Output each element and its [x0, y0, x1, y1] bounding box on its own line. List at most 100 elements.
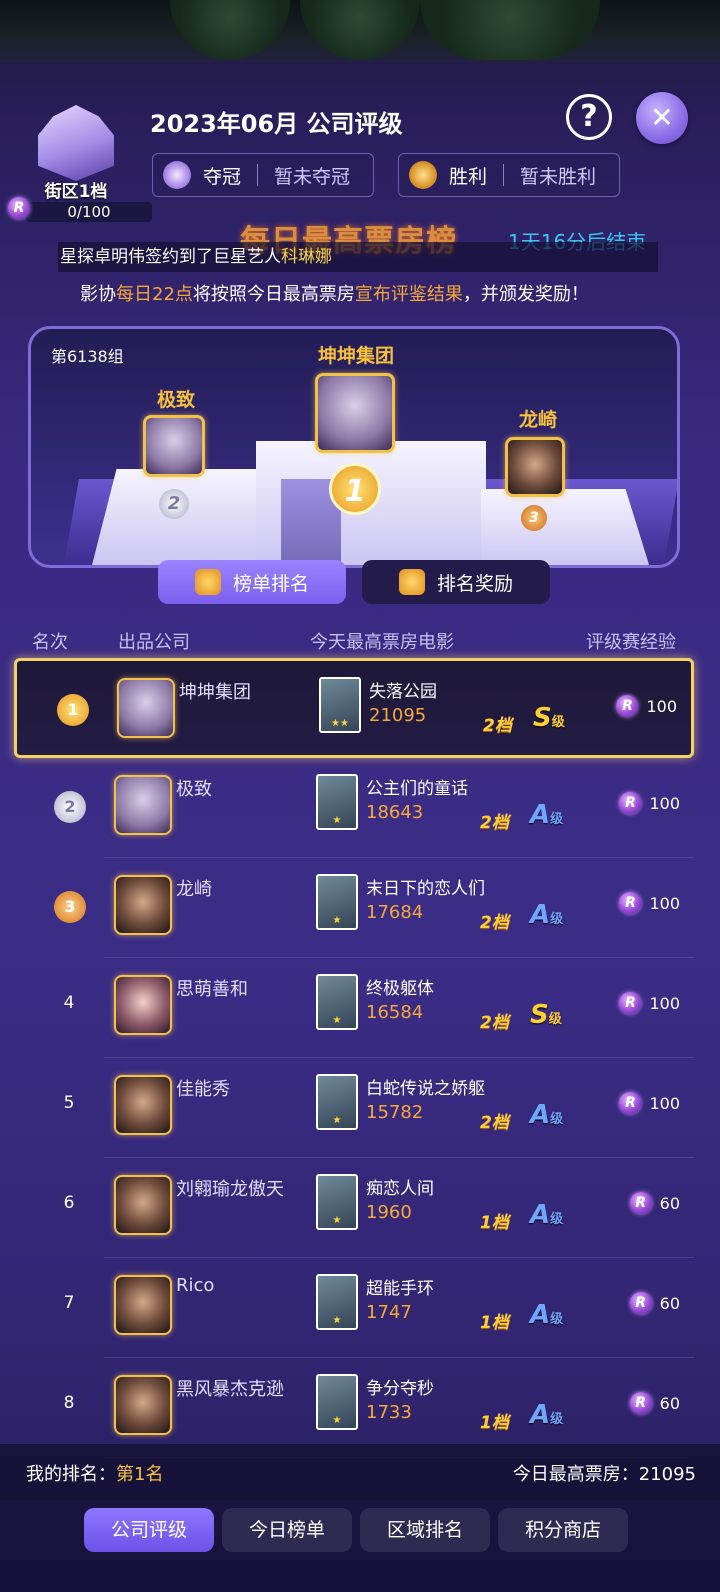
- help-button[interactable]: ?: [566, 94, 612, 140]
- tier-badge: 2档: [483, 716, 512, 736]
- nav-points-shop[interactable]: 积分商店: [498, 1508, 628, 1552]
- grade-suffix: 级: [548, 1012, 562, 1027]
- group-label: 第6138组: [51, 347, 124, 366]
- district-progress-text: 0/100: [67, 203, 111, 221]
- first-place-name: 坤坤集团: [317, 345, 394, 367]
- grade-badge: A级: [530, 900, 563, 930]
- my-rank-label: 我的排名：: [26, 1464, 116, 1485]
- movie-poster[interactable]: ★: [316, 974, 358, 1030]
- exp-value: 100: [649, 1093, 680, 1113]
- grade-badge: S级: [530, 1000, 562, 1030]
- champion-label: 夺冠: [203, 165, 242, 188]
- champion-value: 暂未夺冠: [274, 165, 351, 188]
- movie-poster[interactable]: ★: [316, 1274, 358, 1330]
- poster-stars: ★: [332, 1215, 342, 1226]
- company-name: 极致: [176, 779, 212, 800]
- exp-r-icon: R: [629, 1192, 652, 1214]
- exp-value: 60: [659, 1293, 680, 1313]
- rank-number: 8: [63, 1393, 75, 1413]
- victory-label: 胜利: [449, 165, 488, 188]
- tab-ranking[interactable]: 榜单排名: [158, 560, 346, 604]
- movie-poster[interactable]: ★: [316, 774, 358, 830]
- close-button[interactable]: ✕: [636, 92, 688, 144]
- company-name: 佳能秀: [176, 1079, 230, 1100]
- poster-stars: ★: [332, 1315, 342, 1326]
- ticker-highlight: 科琳娜: [281, 247, 332, 267]
- company-avatar[interactable]: [114, 875, 172, 935]
- bronze-medal-icon: 3: [521, 505, 547, 531]
- notice-text: ，并颁发奖励！: [462, 284, 589, 305]
- district-progress: 0/100: [26, 202, 152, 222]
- company-avatar[interactable]: [114, 1175, 172, 1235]
- nav-company-rating[interactable]: 公司评级: [84, 1508, 214, 1552]
- grade-letter: A: [530, 1300, 551, 1330]
- movie-title: 白蛇传说之娇躯: [366, 1079, 485, 1099]
- divider: [503, 164, 505, 186]
- rank-number: 6: [63, 1193, 75, 1213]
- grade-badge: S级: [533, 703, 565, 733]
- box-office-value: 16584: [366, 1002, 424, 1023]
- grade-suffix: 级: [550, 1312, 564, 1327]
- nav-region-rank[interactable]: 区域排名: [360, 1508, 490, 1552]
- my-rank: 我的排名：第1名: [26, 1460, 163, 1486]
- exp-reward: R 100: [619, 1092, 680, 1114]
- company-avatar[interactable]: [114, 975, 172, 1035]
- movie-title: 争分夺秒: [366, 1379, 434, 1399]
- company-avatar[interactable]: [114, 1075, 172, 1135]
- exp-value: 100: [649, 893, 680, 913]
- grade-suffix: 级: [550, 912, 564, 927]
- company-name: 思萌善和: [176, 979, 248, 1000]
- company-name: 刘翱瑜龙傲天: [176, 1179, 284, 1200]
- tier-badge: 1档: [480, 1213, 509, 1233]
- exp-reward: R 100: [619, 792, 680, 814]
- poster-stars: ★: [332, 1115, 342, 1126]
- grade-letter: A: [530, 1400, 551, 1430]
- tab-rewards-label: 排名奖励: [436, 572, 513, 595]
- third-place-avatar[interactable]: [505, 437, 565, 497]
- bottom-nav: 公司评级 今日榜单 区域排名 积分商店: [0, 1500, 720, 1592]
- movie-poster[interactable]: ★: [316, 1174, 358, 1230]
- company-name: 坤坤集团: [179, 682, 251, 703]
- box-office-value: 18643: [366, 802, 424, 823]
- company-avatar[interactable]: [114, 1375, 172, 1435]
- table-row[interactable]: 1 坤坤集团 ★★ 失落公园 21095 2档 S级 R 100: [14, 658, 694, 758]
- grade-badge: A级: [530, 1200, 563, 1230]
- table-row[interactable]: 7 Rico ★ 超能手环 1747 1档 A级 R 60: [14, 1258, 694, 1358]
- nav-today-list[interactable]: 今日榜单: [222, 1508, 352, 1552]
- movie-title: 末日下的恋人们: [366, 879, 485, 899]
- first-place-avatar[interactable]: [315, 373, 395, 453]
- rank-number: 4: [63, 993, 75, 1013]
- grade-badge: A级: [530, 1400, 563, 1430]
- col-header-exp: 评级赛经验: [586, 632, 676, 653]
- company-avatar[interactable]: [114, 775, 172, 835]
- podium-step-third: [481, 489, 651, 565]
- grade-suffix: 级: [550, 812, 564, 827]
- exp-r-icon: R: [619, 992, 642, 1014]
- tab-rewards[interactable]: 排名奖励: [362, 560, 550, 604]
- exp-reward: R 60: [629, 1292, 680, 1314]
- table-row[interactable]: 8 黑风暴杰克逊 ★ 争分夺秒 1733 1档 A级 R 60: [14, 1358, 694, 1458]
- company-name: Rico: [176, 1275, 215, 1296]
- table-row[interactable]: 3 龙崎 ★ 末日下的恋人们 17684 2档 A级 R 100: [14, 858, 694, 958]
- company-avatar[interactable]: [117, 678, 175, 738]
- table-row[interactable]: 4 思萌善和 ★ 终极躯体 16584 2档 S级 R 100: [14, 958, 694, 1058]
- tab-ranking-label: 榜单排名: [232, 572, 309, 595]
- company-avatar[interactable]: [114, 1275, 172, 1335]
- box-office-value: 1747: [366, 1302, 412, 1323]
- movie-poster[interactable]: ★★: [319, 677, 361, 733]
- table-row[interactable]: 6 刘翱瑜龙傲天 ★ 痴恋人间 1960 1档 A级 R 60: [14, 1158, 694, 1258]
- table-row[interactable]: 2 极致 ★ 公主们的童话 18643 2档 A级 R 100: [14, 758, 694, 858]
- exp-r-icon: R: [629, 1392, 652, 1414]
- movie-poster[interactable]: ★: [316, 1374, 358, 1430]
- company-name: 龙崎: [176, 879, 212, 900]
- tier-badge: 2档: [480, 913, 509, 933]
- tier-badge: 1档: [480, 1313, 509, 1333]
- second-place-avatar[interactable]: [143, 415, 205, 477]
- movie-poster[interactable]: ★: [316, 1074, 358, 1130]
- district-level[interactable]: 街区1档 0/100: [18, 105, 152, 223]
- poster-stars: ★: [332, 815, 342, 826]
- movie-poster[interactable]: ★: [316, 874, 358, 930]
- notice-highlight: 宣布评鉴结果: [354, 284, 463, 305]
- grade-suffix: 级: [550, 1212, 564, 1227]
- table-row[interactable]: 5 佳能秀 ★ 白蛇传说之娇躯 15782 2档 A级 R 100: [14, 1058, 694, 1158]
